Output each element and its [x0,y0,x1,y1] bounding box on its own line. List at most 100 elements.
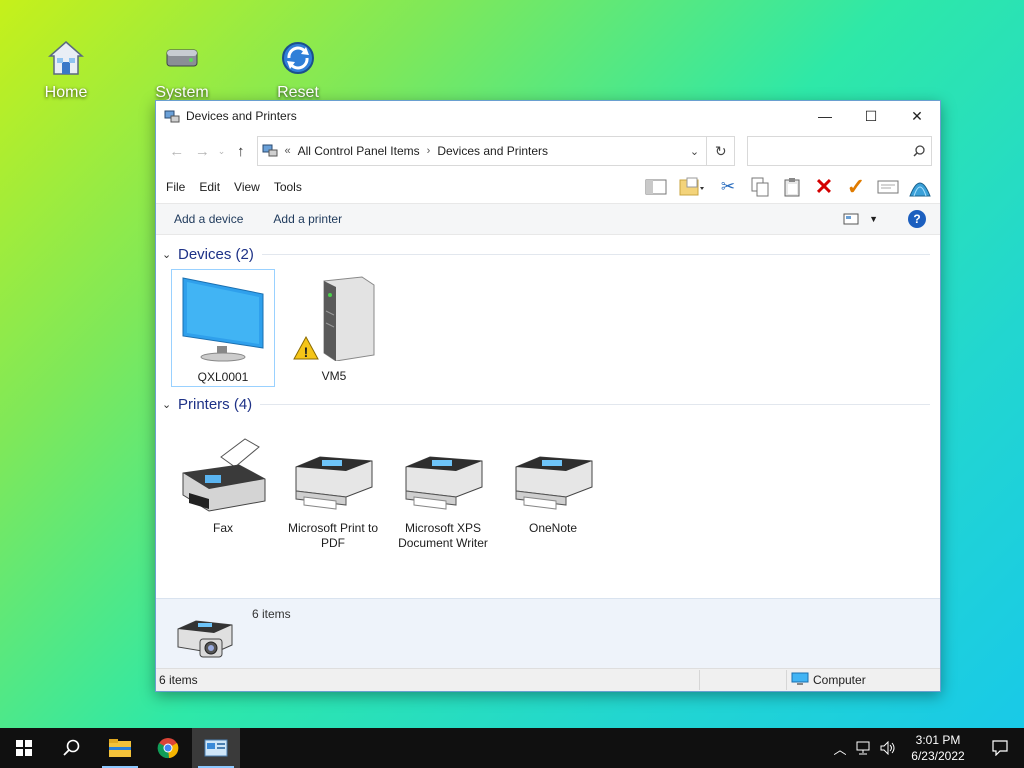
devices-printers-icon [164,108,180,124]
group-printers-title: Printers (4) [178,395,253,413]
scissors-icon: ✂ [720,177,736,196]
close-button[interactable]: ✕ [894,101,940,131]
file-explorer-button[interactable] [96,728,144,768]
chevron-down-icon: ⌄ [217,145,226,156]
address-bar[interactable]: « All Control Panel Items › Devices and … [257,136,708,166]
group-printers-header[interactable]: ⌄ Printers (4) [162,393,930,415]
status-zone: Computer [813,673,866,687]
drive-icon [162,38,202,78]
mail-button[interactable] [872,171,904,203]
breadcrumb-separator[interactable]: › [427,145,431,157]
control-panel-icon [204,739,228,757]
refresh-globe-icon [278,38,318,78]
delete-x-icon: ✕ [814,174,834,199]
arrow-right-icon: → [194,142,210,160]
back-button[interactable]: ← [164,137,190,165]
envelope-icon [877,180,899,194]
printer-fax[interactable]: Fax [171,421,275,536]
minimize-icon: — [818,108,832,124]
taskbar: ︿ 3:01 PM 6/23/2022 [0,728,1024,768]
start-button[interactable] [0,728,48,768]
preview-pane-icon [645,179,667,195]
help-button[interactable]: ? [908,210,926,228]
volume-button[interactable] [876,741,900,755]
checkmark-icon: ✓ [846,174,866,199]
windows-logo-icon [16,740,32,756]
paste-button[interactable] [776,171,808,203]
menu-edit[interactable]: Edit [199,180,220,194]
title-bar[interactable]: Devices and Printers — ☐ ✕ [156,101,940,131]
menu-view[interactable]: View [234,180,260,194]
add-device-button[interactable]: Add a device [174,212,243,226]
printer-label: Fax [212,521,233,535]
arrow-up-icon: ↑ [236,142,245,160]
printer-microsoft-xps-document-writer[interactable]: Microsoft XPS Document Writer [391,421,495,551]
chevron-down-icon: ⌄ [162,398,172,411]
group-devices-header[interactable]: ⌄ Devices (2) [162,243,930,265]
recent-locations-button[interactable]: ⌄ [215,137,228,165]
control-panel-taskbar-button[interactable] [192,728,240,768]
maximize-icon: ☐ [864,107,878,124]
forward-button[interactable]: → [190,137,216,165]
desktop-icon-reset[interactable]: Reset [258,38,338,102]
view-options-button[interactable]: ▼ [843,213,878,225]
clock-time: 3:01 PM [915,733,961,747]
copy-button[interactable] [744,171,776,203]
chevron-down-icon: ▼ [869,214,878,224]
printer-label: Microsoft Print to PDF [287,521,379,550]
search-input[interactable] [746,136,933,166]
up-button[interactable]: ↑ [228,137,254,165]
breadcrumb-all-control-panel-items[interactable]: All Control Panel Items [298,144,420,158]
delete-button[interactable]: ✕ [808,171,840,203]
details-pane: 6 items [156,598,940,668]
menu-file[interactable]: File [166,180,185,194]
desktop-icon-home[interactable]: Home [26,38,106,102]
search-button[interactable] [48,728,96,768]
organize-button[interactable] [672,171,712,203]
device-qxl0001[interactable]: QXL0001 [171,269,275,387]
computer-icon [791,672,809,689]
desktop-icon-system[interactable]: System [142,38,222,102]
printer-microsoft-print-to-pdf[interactable]: Microsoft Print to PDF [281,421,385,551]
clock[interactable]: 3:01 PM 6/23/2022 [900,732,976,764]
refresh-button[interactable]: ↻ [707,136,735,166]
control-panel-icon [262,142,278,161]
search-icon [913,145,925,157]
chrome-button[interactable] [144,728,192,768]
maximize-button[interactable]: ☐ [848,101,894,131]
home-icon [46,38,86,78]
printer-label: Microsoft XPS Document Writer [398,521,488,550]
refresh-icon: ↻ [714,142,727,159]
network-button[interactable] [852,741,876,755]
cut-button[interactable]: ✂ [712,171,744,203]
menu-tools[interactable]: Tools [274,180,302,194]
properties-button[interactable]: ✓ [840,171,872,203]
breadcrumb-overflow[interactable]: « [284,145,290,157]
window-title: Devices and Printers [186,109,297,123]
minimize-button[interactable]: — [802,101,848,131]
shell-button[interactable] [904,171,936,203]
pane-toggle-button[interactable] [640,171,672,203]
breadcrumb-devices-and-printers[interactable]: Devices and Printers [437,144,548,158]
device-vm5[interactable]: ! VM5 [282,269,386,384]
add-printer-button[interactable]: Add a printer [273,212,342,226]
action-center-button[interactable] [976,740,1024,756]
devices-and-printers-window: Devices and Printers — ☐ ✕ ← → ⌄ ↑ « All… [155,100,941,692]
group-devices-title: Devices (2) [178,245,254,263]
device-label: VM5 [321,369,347,383]
printer-icon [391,421,495,513]
status-item-count: 6 items [159,673,198,687]
fax-icon [171,421,275,513]
address-dropdown-icon[interactable]: ⌄ [682,145,706,158]
search-icon [63,739,80,756]
printer-icon [501,421,605,513]
menu-bar: File Edit View Tools ✂ ✕ ✓ [156,171,940,203]
show-hidden-icons-button[interactable]: ︿ [828,739,852,758]
details-item-count: 6 items [252,607,291,621]
server-tower-icon: ! [282,269,386,361]
clipboard-icon [784,178,800,197]
desktop-icon-label: Home [44,84,88,101]
printer-onenote[interactable]: OneNote [501,421,605,536]
speaker-icon [880,741,895,755]
copy-icon [751,177,769,197]
